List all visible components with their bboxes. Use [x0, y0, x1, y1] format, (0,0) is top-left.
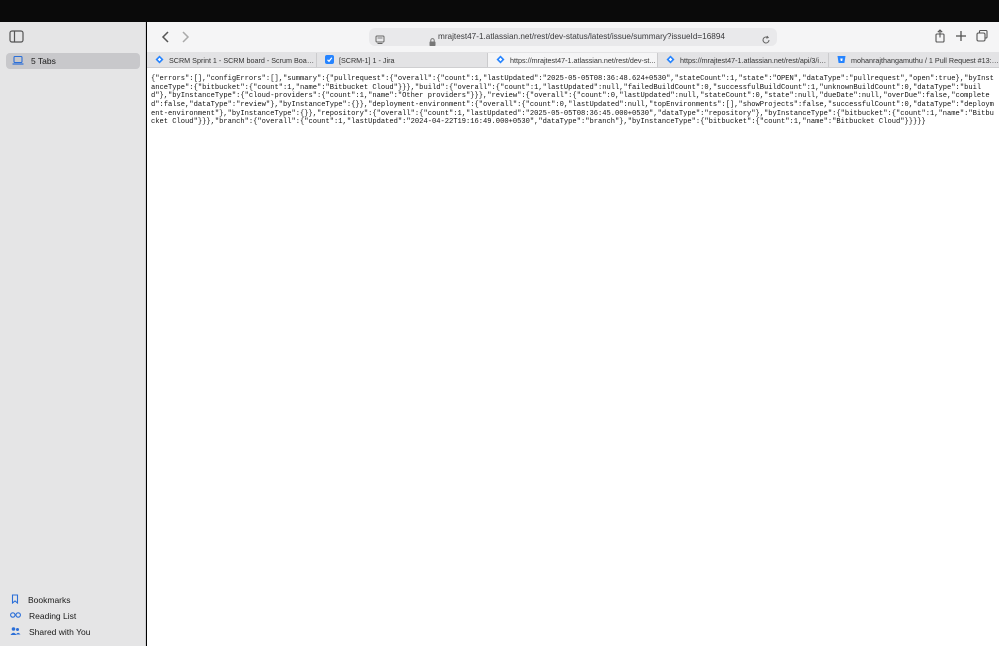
jira-software-icon	[325, 53, 334, 67]
tab-rest-api-issue[interactable]: https://mrajtest47-1.atlassian.net/rest/…	[658, 53, 829, 67]
lock-icon	[429, 33, 436, 51]
sidebar: 5 Tabs Bookmarks Reading List Shared wit…	[0, 22, 146, 646]
sidebar-item-shared[interactable]: Shared with You	[10, 624, 90, 640]
tab-dev-status-active[interactable]: https://mrajtest47-1.atlassian.net/rest/…	[488, 53, 658, 67]
sidebar-item-reading-list[interactable]: Reading List	[10, 608, 90, 624]
shared-people-icon	[10, 623, 21, 641]
sidebar-item-tabs-label: 5 Tabs	[31, 56, 56, 66]
tab-title: [SCRM-1] 1 - Jira	[339, 55, 395, 65]
jira-icon	[155, 53, 164, 67]
menu-bar	[0, 0, 999, 22]
reload-icon[interactable]	[761, 32, 771, 50]
sidebar-item-shared-label: Shared with You	[29, 627, 91, 637]
back-button[interactable]	[160, 30, 172, 44]
jira-icon	[496, 53, 505, 67]
bitbucket-icon	[837, 53, 846, 67]
tab-pull-request[interactable]: mohanrajthangamuthu / 1 Pull Request #13…	[829, 53, 999, 67]
tab-title: mohanrajthangamuthu / 1 Pull Request #13…	[851, 55, 999, 65]
tab-scrm-1-jira[interactable]: [SCRM-1] 1 - Jira	[317, 53, 488, 67]
toolbar: mrajtest47-1.atlassian.net/rest/dev-stat…	[147, 22, 999, 52]
tab-bar: SCRM Sprint 1 - SCRM board - Scrum Board…	[147, 52, 999, 68]
tab-scrm-sprint-board[interactable]: SCRM Sprint 1 - SCRM board - Scrum Board…	[147, 53, 317, 67]
tab-title: https://mrajtest47-1.atlassian.net/rest/…	[680, 55, 828, 65]
tab-overview-icon[interactable]	[976, 29, 988, 48]
jira-icon	[666, 53, 675, 67]
sidebar-item-bookmarks[interactable]: Bookmarks	[10, 592, 90, 608]
tab-title: SCRM Sprint 1 - SCRM board - Scrum Board…	[169, 55, 316, 65]
sidebar-item-reading-list-label: Reading List	[29, 611, 77, 621]
forward-button[interactable]	[179, 30, 191, 44]
page-content: {"errors":[],"configErrors":[],"summary"…	[151, 75, 997, 127]
sidebar-item-bookmarks-label: Bookmarks	[28, 595, 71, 605]
address-bar[interactable]: mrajtest47-1.atlassian.net/rest/dev-stat…	[369, 28, 777, 46]
tab-title: https://mrajtest47-1.atlassian.net/rest/…	[510, 55, 656, 65]
laptop-icon	[12, 52, 24, 70]
sidebar-item-tabs[interactable]: 5 Tabs	[6, 53, 140, 69]
json-response-text: {"errors":[],"configErrors":[],"summary"…	[151, 75, 994, 127]
browser-main: mrajtest47-1.atlassian.net/rest/dev-stat…	[147, 22, 999, 646]
new-tab-icon[interactable]	[955, 29, 967, 48]
page-menu-icon[interactable]	[375, 32, 385, 50]
share-icon[interactable]	[934, 29, 946, 48]
address-url: mrajtest47-1.atlassian.net/rest/dev-stat…	[438, 32, 725, 41]
sidebar-toggle-icon[interactable]	[9, 30, 27, 44]
